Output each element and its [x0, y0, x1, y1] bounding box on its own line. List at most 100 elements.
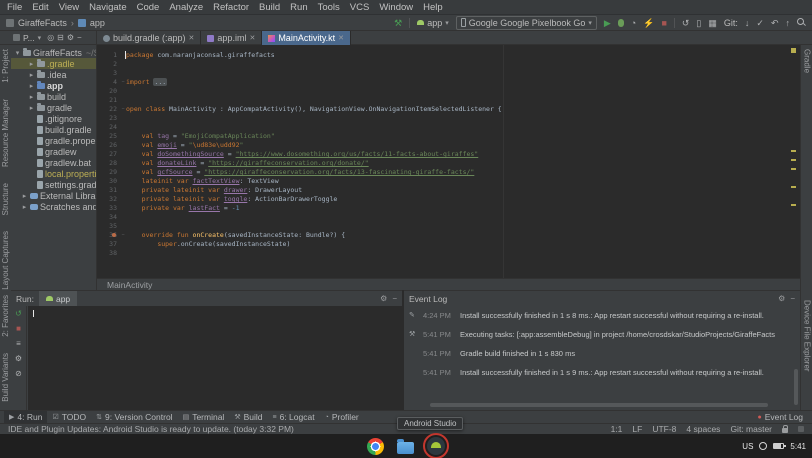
tree-item[interactable]: build.gradle: [11, 124, 96, 135]
status-widget[interactable]: LF: [632, 424, 642, 434]
hide-panel-icon[interactable]: −: [77, 33, 82, 43]
chevron-icon[interactable]: ▸: [28, 82, 35, 90]
close-icon[interactable]: ✕: [189, 34, 195, 42]
rerun-button[interactable]: ↺: [15, 309, 22, 319]
menu-item[interactable]: Window: [374, 0, 418, 15]
toolwindow-button[interactable]: ● Event Log: [752, 411, 808, 424]
menu-item[interactable]: Analyze: [164, 0, 208, 15]
stop-button[interactable]: ■: [661, 18, 666, 28]
close-icon[interactable]: ✕: [338, 34, 344, 42]
warning-mark[interactable]: [791, 159, 796, 161]
tree-item[interactable]: ▸ External Libraries: [11, 190, 96, 201]
tool-stripe-button[interactable]: Layout Captures: [1, 231, 10, 290]
menu-item[interactable]: Code: [132, 0, 165, 15]
tree-item[interactable]: ▸ gradle: [11, 102, 96, 113]
run-tab[interactable]: app: [39, 291, 77, 306]
tool-stripe-button[interactable]: Gradle: [803, 49, 812, 73]
tree-item[interactable]: ▸ app: [11, 80, 96, 91]
tool-stripe-button[interactable]: Resource Manager: [1, 99, 10, 167]
chevron-icon[interactable]: ▸: [28, 60, 35, 68]
lock-icon[interactable]: [782, 428, 788, 433]
locate-file-icon[interactable]: ◎: [47, 33, 54, 43]
menu-item[interactable]: File: [2, 0, 27, 15]
debug-button[interactable]: [618, 19, 624, 27]
editor-tab[interactable]: build.gradle (:app) ✕: [97, 31, 201, 45]
settings-gear-icon[interactable]: ⚙: [380, 294, 387, 303]
fold-marker-icon[interactable]: [120, 222, 126, 231]
tool-stripe-button[interactable]: 1: Project: [1, 49, 10, 83]
clock[interactable]: 5:41: [790, 442, 806, 451]
close-icon[interactable]: ✕: [249, 34, 255, 42]
menu-item[interactable]: Run: [285, 0, 312, 15]
tree-item[interactable]: ▸ build: [11, 91, 96, 102]
apply-changes-button[interactable]: ⚡: [643, 18, 654, 28]
breadcrumb-project[interactable]: GiraffeFacts: [18, 18, 67, 28]
keyboard-layout[interactable]: US: [742, 442, 753, 451]
chevron-icon[interactable]: ▾: [14, 49, 21, 57]
fold-marker-icon[interactable]: [120, 213, 126, 222]
tree-item[interactable]: gradlew: [11, 146, 96, 157]
menu-item[interactable]: VCS: [345, 0, 375, 15]
device-dropdown[interactable]: Google Google Pixelbook Go ▾: [456, 16, 597, 30]
hide-panel-icon[interactable]: −: [392, 294, 397, 303]
chevron-icon[interactable]: ▸: [28, 71, 35, 79]
fold-marker-icon[interactable]: [120, 87, 126, 96]
editor-tab[interactable]: app.iml ✕: [201, 31, 262, 45]
tree-item[interactable]: ▾ GiraffeFacts ~/Stu: [11, 47, 96, 58]
status-widget[interactable]: 1:1: [611, 424, 623, 434]
tree-item[interactable]: ▸ .gradle: [11, 58, 96, 69]
android-studio-icon[interactable]: [427, 437, 445, 455]
tree-item[interactable]: gradle.properties: [11, 135, 96, 146]
toolwindow-button[interactable]: ▶ 4: Run: [4, 411, 47, 424]
toolwindow-button[interactable]: ⚒ Build: [229, 411, 267, 424]
toolwindow-button[interactable]: ◔ Profiler: [320, 411, 364, 424]
status-widget[interactable]: UTF-8: [652, 424, 676, 434]
status-widget[interactable]: Git: master: [730, 424, 772, 434]
status-widget[interactable]: 4 spaces: [686, 424, 720, 434]
tree-item[interactable]: ▸ Scratches and Co: [11, 201, 96, 212]
chevron-icon[interactable]: ▸: [28, 93, 35, 101]
fold-marker-icon[interactable]: [120, 69, 126, 78]
chevron-icon[interactable]: ▸: [21, 203, 28, 211]
run-button[interactable]: ▶: [604, 18, 611, 28]
editor-breadcrumb[interactable]: MainActivity: [97, 278, 800, 290]
stop-button[interactable]: ■: [16, 324, 21, 334]
tree-item[interactable]: ▸ .idea: [11, 69, 96, 80]
profiler-button[interactable]: ◔: [631, 18, 636, 28]
chevron-icon[interactable]: ▸: [21, 192, 28, 200]
inspection-indicator[interactable]: [791, 48, 796, 53]
file-manager-icon[interactable]: [397, 442, 414, 454]
tree-item[interactable]: gradlew.bat: [11, 157, 96, 168]
git-commit-button[interactable]: ✓: [756, 18, 764, 28]
toolwindow-button[interactable]: ≡ 6: Logcat: [268, 411, 320, 424]
chrome-icon[interactable]: [367, 438, 384, 455]
tool-stripe-button[interactable]: Structure: [1, 183, 10, 215]
tool-stripe-button[interactable]: Build Variants: [1, 353, 10, 402]
clear-console-icon[interactable]: ⊘: [15, 369, 22, 379]
code-editor[interactable]: 1 package com.naranjaconsal.giraffefacts…: [97, 45, 800, 278]
git-update-button[interactable]: ↓: [745, 18, 750, 28]
git-push-button[interactable]: ↑: [786, 18, 791, 28]
toolwindow-button[interactable]: ▤ Terminal: [178, 411, 230, 424]
menu-item[interactable]: Edit: [27, 0, 53, 15]
menu-item[interactable]: Tools: [313, 0, 345, 15]
tree-item[interactable]: settings.gradle: [11, 179, 96, 190]
editor-tab[interactable]: MainActivity.kt ✕: [262, 31, 351, 45]
settings-gear-icon[interactable]: ⚙: [67, 33, 74, 43]
fold-marker-icon[interactable]: [120, 114, 126, 123]
collapse-all-icon[interactable]: ⊟: [57, 33, 64, 43]
tree-item[interactable]: local.properties: [11, 168, 96, 179]
event-log-entries[interactable]: ✎ 4:24 PM Install successfully finished …: [409, 311, 790, 400]
fold-marker-icon[interactable]: [120, 60, 126, 69]
toolwindow-button[interactable]: ☑ TODO: [47, 411, 91, 424]
gradle-sync-button[interactable]: ↺: [682, 18, 690, 28]
device-manager-button[interactable]: ▯: [696, 18, 701, 28]
settings-gear-icon[interactable]: ⚙: [778, 294, 785, 303]
sdk-manager-button[interactable]: ▦: [708, 18, 717, 28]
warning-mark[interactable]: [791, 186, 796, 188]
breadcrumb-module[interactable]: app: [90, 18, 105, 28]
hide-panel-icon[interactable]: −: [790, 294, 795, 303]
tree-item[interactable]: .gitignore: [11, 113, 96, 124]
fold-marker-icon[interactable]: [120, 96, 126, 105]
chevron-icon[interactable]: ▸: [28, 104, 35, 112]
